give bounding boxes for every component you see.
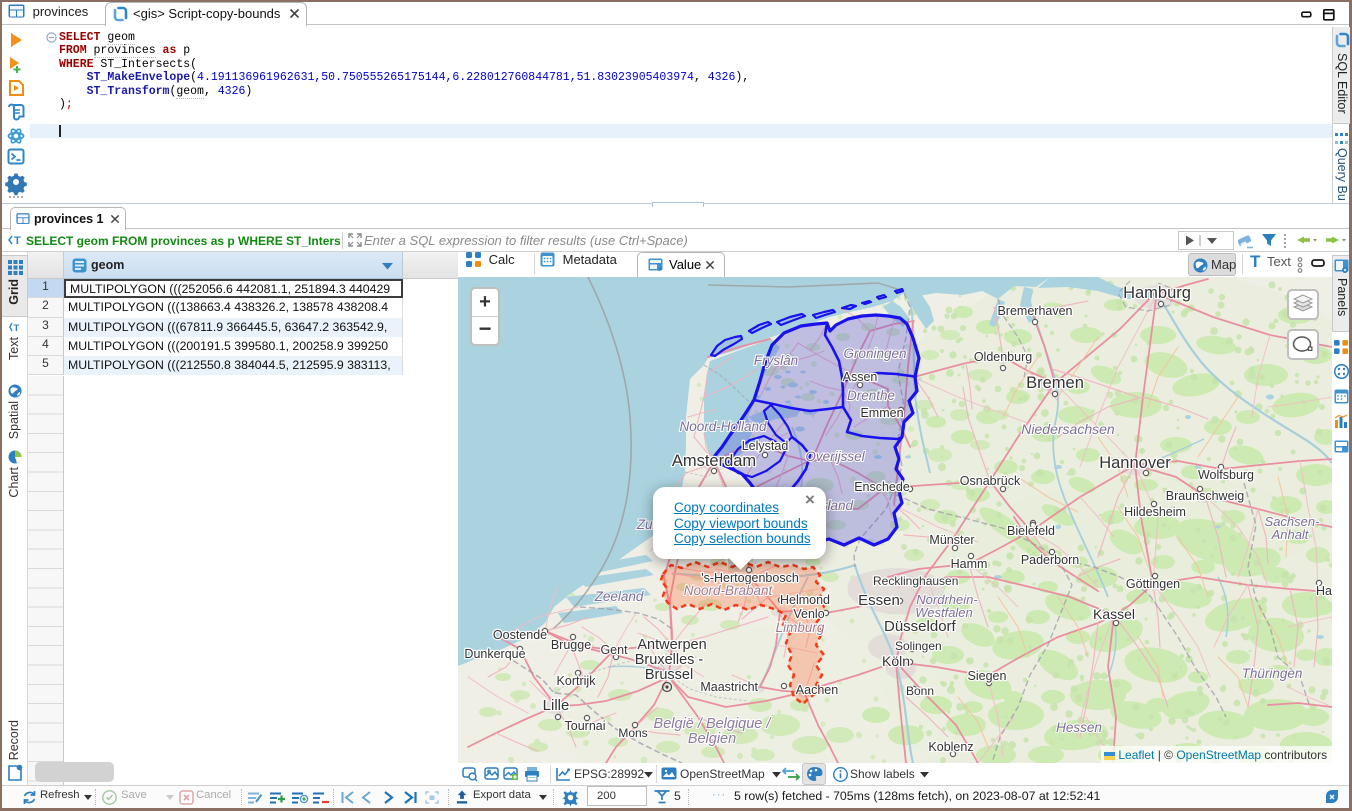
svg-text:Hannover: Hannover — [1099, 454, 1171, 472]
svg-text:Hessen: Hessen — [1056, 720, 1102, 735]
svg-text:Paderborn: Paderborn — [1021, 553, 1079, 567]
svg-text:Brugge: Brugge — [551, 638, 591, 652]
svg-text:Maastricht: Maastricht — [700, 680, 758, 694]
svg-text:Düsseldorf: Düsseldorf — [884, 618, 957, 635]
svg-text:Anhalt: Anhalt — [1271, 527, 1310, 542]
svg-text:Overijssel: Overijssel — [805, 449, 865, 464]
svg-text:Bonn: Bonn — [906, 684, 934, 698]
svg-text:Siegen: Siegen — [968, 669, 1007, 683]
svg-text:Essen: Essen — [858, 592, 900, 609]
svg-text:Westfalen: Westfalen — [915, 605, 973, 620]
svg-text:Drenthe: Drenthe — [847, 388, 895, 403]
svg-text:Groningen: Groningen — [843, 346, 906, 361]
svg-text:Göttingen: Göttingen — [1126, 577, 1180, 591]
svg-text:Aachen: Aachen — [796, 683, 838, 697]
svg-text:Assen: Assen — [843, 370, 878, 384]
svg-text:Helmond: Helmond — [780, 593, 830, 607]
svg-text:Braunschweig: Braunschweig — [1166, 489, 1245, 503]
svg-text:Venlo: Venlo — [793, 607, 824, 621]
svg-text:Amsterdam: Amsterdam — [672, 452, 756, 470]
svg-text:Belgien: Belgien — [688, 731, 736, 747]
svg-text:Dunkerque: Dunkerque — [464, 647, 525, 661]
svg-text:Solingen: Solingen — [895, 639, 942, 653]
svg-text:Koblenz: Koblenz — [928, 740, 973, 754]
svg-text:Wolfsburg: Wolfsburg — [1198, 468, 1254, 482]
svg-text:Hamm: Hamm — [951, 557, 988, 571]
svg-text:Thüringen: Thüringen — [1242, 666, 1303, 681]
svg-text:Emmen: Emmen — [860, 406, 903, 420]
svg-text:Kassel: Kassel — [1093, 606, 1135, 622]
svg-text:België / Belgique /: België / Belgique / — [654, 716, 773, 732]
svg-text:Fryslân: Fryslân — [754, 353, 798, 368]
svg-text:Tournai: Tournai — [565, 719, 606, 733]
svg-text:Limburg: Limburg — [776, 620, 825, 635]
svg-text:Hamburg: Hamburg — [1123, 284, 1191, 302]
svg-text:Bremerhaven: Bremerhaven — [997, 304, 1072, 318]
svg-text:T: T — [14, 235, 21, 247]
svg-text:Recklinghausen: Recklinghausen — [873, 574, 958, 588]
svg-text:Oldenburg: Oldenburg — [974, 350, 1032, 364]
svg-text:Münster: Münster — [929, 533, 974, 547]
svg-text:Antwerpen: Antwerpen — [637, 637, 706, 653]
svg-text:Oostende: Oostende — [493, 628, 547, 642]
svg-text:Köln: Köln — [882, 653, 910, 669]
svg-text:Bielefeld: Bielefeld — [1007, 524, 1055, 538]
svg-text:Noord-Brabant: Noord-Brabant — [684, 583, 774, 598]
svg-text:Halle: Halle — [1316, 584, 1332, 598]
svg-text:Mons: Mons — [618, 726, 647, 740]
svg-text:Niedersachsen: Niedersachsen — [1021, 421, 1115, 437]
svg-text:Gent: Gent — [600, 643, 628, 657]
svg-text:Osnabrück: Osnabrück — [960, 474, 1021, 488]
svg-text:Kortrijk: Kortrijk — [557, 674, 597, 688]
svg-text:T: T — [14, 323, 20, 333]
svg-text:Hildesheim: Hildesheim — [1124, 505, 1186, 519]
svg-text:Brussel: Brussel — [645, 667, 693, 683]
svg-text:Zeeland: Zeeland — [594, 589, 644, 604]
svg-text:Lelystad: Lelystad — [742, 439, 789, 453]
svg-text:Enschede: Enschede — [854, 480, 910, 494]
svg-text:Noord-Holland: Noord-Holland — [679, 419, 767, 434]
svg-text:Lille: Lille — [543, 697, 570, 714]
svg-text:Bruxelles -: Bruxelles - — [635, 652, 704, 668]
svg-text:Bremen: Bremen — [1026, 374, 1084, 392]
